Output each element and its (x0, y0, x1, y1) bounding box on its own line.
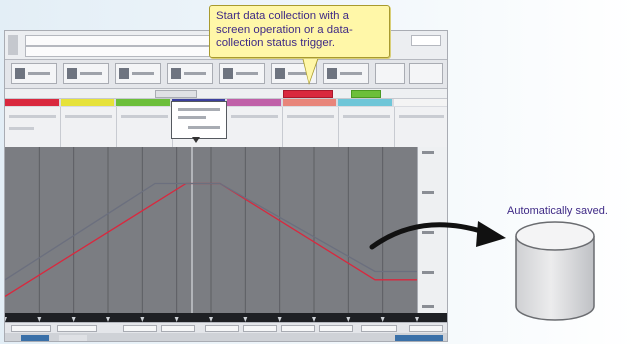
database-cylinder-icon (515, 221, 595, 321)
auto-saved-label: Automatically saved. (507, 205, 608, 217)
